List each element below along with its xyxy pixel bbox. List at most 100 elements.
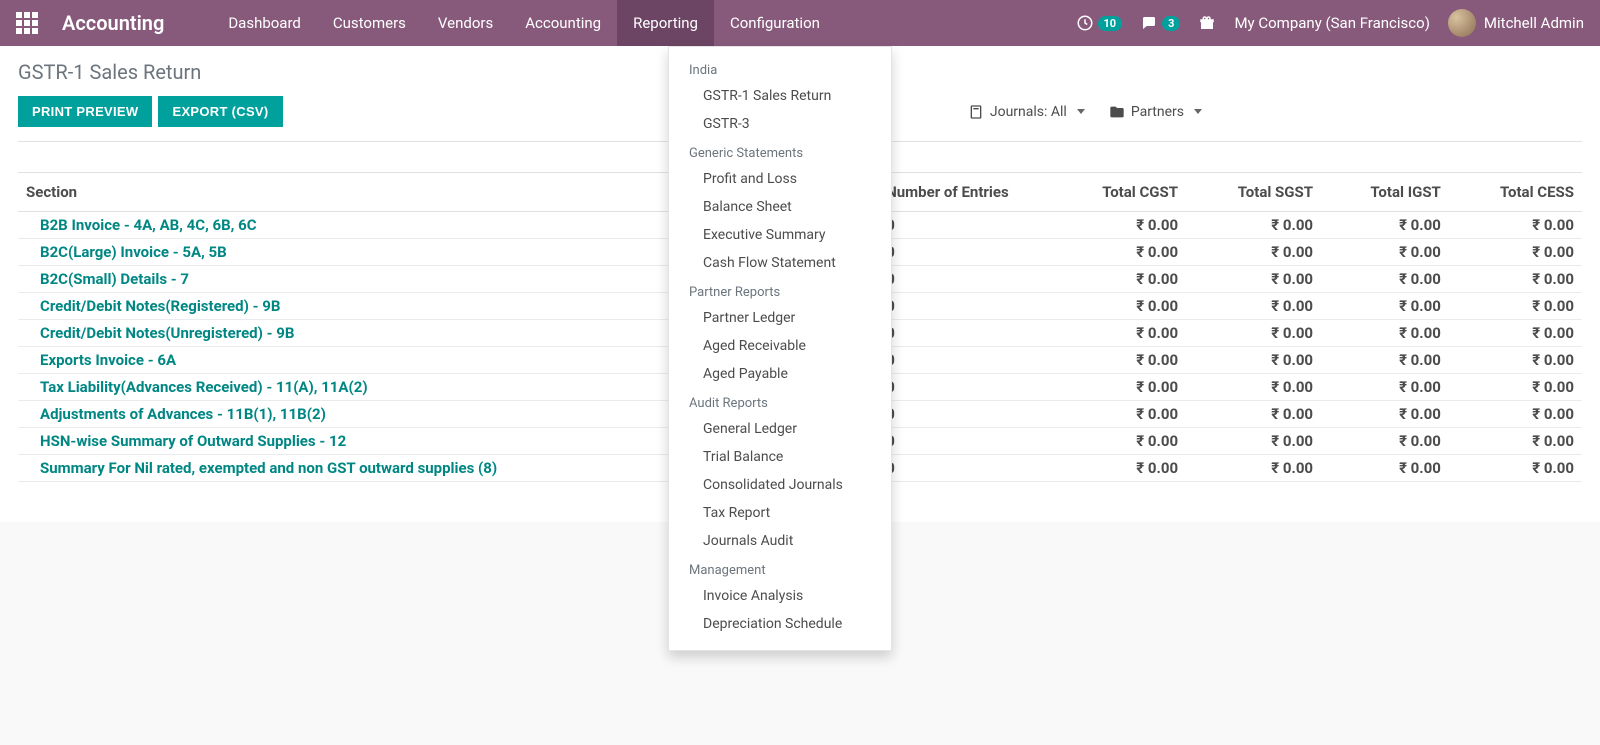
cell-igst: ₹ 0.00 <box>1321 374 1449 401</box>
avatar <box>1448 9 1476 37</box>
user-name: Mitchell Admin <box>1484 14 1584 32</box>
cell-cess: ₹ 0.00 <box>1449 374 1582 401</box>
nav-vendors[interactable]: Vendors <box>422 0 509 46</box>
dropdown-section-header: Partner Reports <box>669 277 891 304</box>
cell-cgst: ₹ 0.00 <box>1050 266 1186 293</box>
cell-sgst: ₹ 0.00 <box>1186 401 1321 428</box>
cell-entries: 0 <box>878 212 1050 239</box>
dropdown-item[interactable]: Consolidated Journals <box>669 471 891 499</box>
cell-entries: 0 <box>878 293 1050 320</box>
dropdown-item[interactable]: GSTR-3 <box>669 110 891 138</box>
cell-entries: 0 <box>878 347 1050 374</box>
col-igst: Total IGST <box>1321 173 1449 212</box>
dropdown-section-header: Management <box>669 555 891 582</box>
gift-icon[interactable] <box>1198 14 1216 32</box>
cell-igst: ₹ 0.00 <box>1321 239 1449 266</box>
cell-igst: ₹ 0.00 <box>1321 266 1449 293</box>
cell-entries: 0 <box>878 320 1050 347</box>
cell-cgst: ₹ 0.00 <box>1050 212 1186 239</box>
cell-sgst: ₹ 0.00 <box>1186 320 1321 347</box>
dropdown-item[interactable]: Cash Flow Statement <box>669 249 891 277</box>
export-csv-button[interactable]: EXPORT (CSV) <box>158 96 282 127</box>
dropdown-section-header: Generic Statements <box>669 138 891 165</box>
reporting-dropdown: IndiaGSTR-1 Sales ReturnGSTR-3Generic St… <box>668 46 892 651</box>
cell-cess: ₹ 0.00 <box>1449 266 1582 293</box>
partners-filter-label: Partners <box>1131 104 1184 120</box>
messages-button[interactable]: 3 <box>1140 14 1180 32</box>
cell-igst: ₹ 0.00 <box>1321 455 1449 482</box>
cell-sgst: ₹ 0.00 <box>1186 374 1321 401</box>
conversation-icon <box>1140 14 1158 32</box>
cell-igst: ₹ 0.00 <box>1321 401 1449 428</box>
cell-sgst: ₹ 0.00 <box>1186 455 1321 482</box>
cell-entries: 0 <box>878 239 1050 266</box>
print-preview-button[interactable]: PRINT PREVIEW <box>18 96 152 127</box>
cell-cgst: ₹ 0.00 <box>1050 401 1186 428</box>
book-icon <box>968 104 984 120</box>
cell-cgst: ₹ 0.00 <box>1050 239 1186 266</box>
cell-igst: ₹ 0.00 <box>1321 212 1449 239</box>
messages-count: 3 <box>1162 16 1180 31</box>
app-brand[interactable]: Accounting <box>62 11 164 35</box>
cell-cess: ₹ 0.00 <box>1449 239 1582 266</box>
cell-sgst: ₹ 0.00 <box>1186 428 1321 455</box>
nav-accounting[interactable]: Accounting <box>509 0 617 46</box>
caret-down-icon <box>1077 109 1085 114</box>
dropdown-item[interactable]: General Ledger <box>669 415 891 443</box>
cell-cess: ₹ 0.00 <box>1449 401 1582 428</box>
cell-sgst: ₹ 0.00 <box>1186 266 1321 293</box>
col-sgst: Total SGST <box>1186 173 1321 212</box>
main-nav: Dashboard Customers Vendors Accounting R… <box>212 0 836 46</box>
activities-button[interactable]: 10 <box>1076 14 1123 32</box>
journals-filter-label: Journals: All <box>990 104 1067 120</box>
nav-dashboard[interactable]: Dashboard <box>212 0 317 46</box>
col-cess: Total CESS <box>1449 173 1582 212</box>
cell-entries: 0 <box>878 455 1050 482</box>
dropdown-item[interactable]: Depreciation Schedule <box>669 610 891 638</box>
dropdown-item[interactable]: Aged Receivable <box>669 332 891 360</box>
dropdown-section-header: Audit Reports <box>669 388 891 415</box>
cell-cgst: ₹ 0.00 <box>1050 347 1186 374</box>
company-switcher[interactable]: My Company (San Francisco) <box>1234 14 1429 32</box>
cell-igst: ₹ 0.00 <box>1321 347 1449 374</box>
cell-cgst: ₹ 0.00 <box>1050 374 1186 401</box>
cell-sgst: ₹ 0.00 <box>1186 212 1321 239</box>
cell-cess: ₹ 0.00 <box>1449 428 1582 455</box>
dropdown-item[interactable]: Balance Sheet <box>669 193 891 221</box>
nav-customers[interactable]: Customers <box>317 0 422 46</box>
dropdown-item[interactable]: Profit and Loss <box>669 165 891 193</box>
nav-reporting[interactable]: Reporting <box>617 0 714 46</box>
cell-entries: 0 <box>878 428 1050 455</box>
dropdown-item[interactable]: Executive Summary <box>669 221 891 249</box>
cell-entries: 0 <box>878 266 1050 293</box>
partners-filter[interactable]: Partners <box>1109 104 1202 120</box>
cell-cess: ₹ 0.00 <box>1449 347 1582 374</box>
dropdown-section-header: India <box>669 55 891 82</box>
cell-cess: ₹ 0.00 <box>1449 320 1582 347</box>
cell-cgst: ₹ 0.00 <box>1050 428 1186 455</box>
dropdown-item[interactable]: Trial Balance <box>669 443 891 471</box>
cell-entries: 0 <box>878 374 1050 401</box>
cell-igst: ₹ 0.00 <box>1321 428 1449 455</box>
systray: 10 3 My Company (San Francisco) Mitchell… <box>1076 9 1585 37</box>
cell-cess: ₹ 0.00 <box>1449 293 1582 320</box>
apps-icon[interactable] <box>16 12 38 34</box>
cell-cess: ₹ 0.00 <box>1449 455 1582 482</box>
dropdown-item[interactable]: GSTR-1 Sales Return <box>669 82 891 110</box>
col-entries: Number of Entries <box>878 173 1050 212</box>
cell-cgst: ₹ 0.00 <box>1050 293 1186 320</box>
dropdown-item[interactable]: Aged Payable <box>669 360 891 388</box>
cell-igst: ₹ 0.00 <box>1321 320 1449 347</box>
dropdown-item[interactable]: Partner Ledger <box>669 304 891 332</box>
col-cgst: Total CGST <box>1050 173 1186 212</box>
dropdown-item[interactable]: Journals Audit <box>669 527 891 555</box>
nav-configuration[interactable]: Configuration <box>714 0 836 46</box>
user-menu[interactable]: Mitchell Admin <box>1448 9 1584 37</box>
dropdown-item[interactable]: Invoice Analysis <box>669 582 891 610</box>
cell-sgst: ₹ 0.00 <box>1186 239 1321 266</box>
cell-sgst: ₹ 0.00 <box>1186 347 1321 374</box>
dropdown-item[interactable]: Tax Report <box>669 499 891 527</box>
cell-cgst: ₹ 0.00 <box>1050 320 1186 347</box>
journals-filter[interactable]: Journals: All <box>968 104 1085 120</box>
activities-count: 10 <box>1098 16 1123 31</box>
